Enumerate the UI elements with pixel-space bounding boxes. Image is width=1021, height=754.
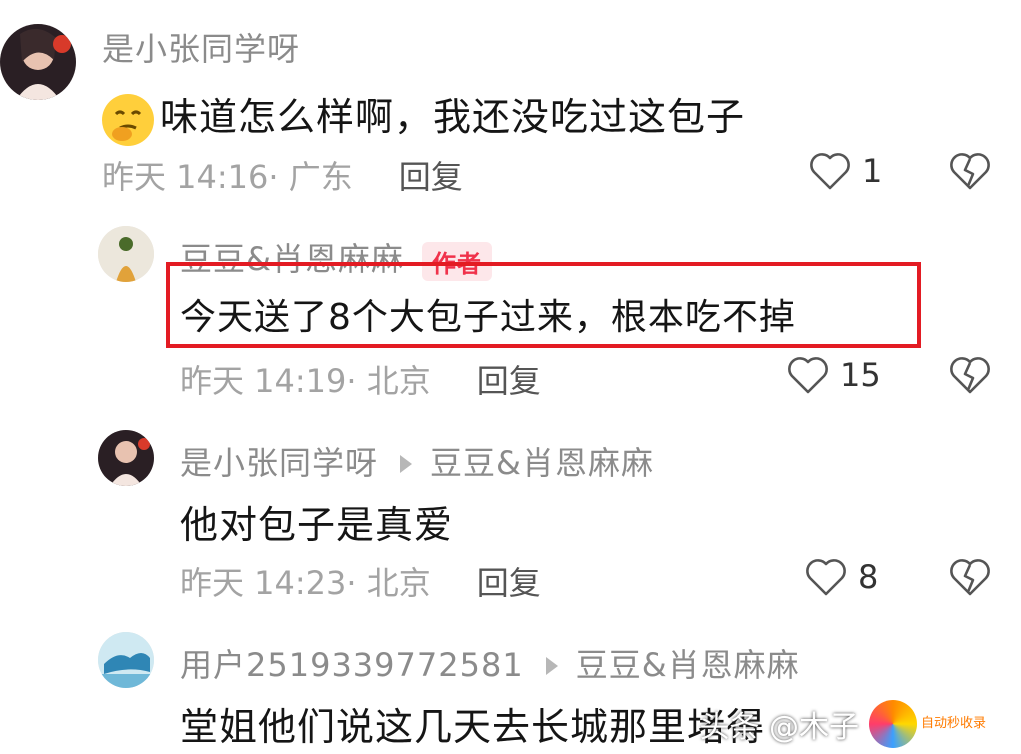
comment-text: 他对包子是真爱 (180, 503, 454, 547)
watermark: 头条 @木子 自动秒收录 (699, 700, 991, 748)
watermark-text: 头条 @木子 (699, 710, 859, 745)
reply-to-username[interactable]: 豆豆&肖恩麻麻 (576, 646, 800, 684)
like-button[interactable]: 15 (786, 354, 881, 396)
broken-heart-icon (950, 153, 990, 190)
comment-meta: 昨天 14:16· 广东 回复 (102, 152, 463, 198)
avatar[interactable] (0, 24, 76, 100)
heart-icon (788, 357, 828, 394)
avatar[interactable] (98, 632, 154, 688)
dislike-button[interactable] (948, 354, 992, 400)
reply-button[interactable]: 回复 (477, 564, 541, 602)
reply-to-username[interactable]: 豆豆&肖恩麻麻 (430, 444, 654, 482)
watermark-sub: 自动秒收录 (921, 716, 987, 731)
username-text[interactable]: 是小张同学呀 (180, 444, 378, 482)
comment-username: 是小张同学呀 豆豆&肖恩麻麻 (180, 438, 654, 484)
like-count: 1 (862, 152, 883, 190)
reply-arrow-icon (400, 454, 413, 473)
heart-icon (806, 559, 846, 596)
comment-time: 昨天 14:16 (102, 158, 269, 196)
username-text[interactable]: 用户2519339772581 (180, 646, 524, 684)
heart-icon (810, 153, 850, 190)
comment-username[interactable]: 是小张同学呀 (102, 24, 300, 70)
reply-button[interactable]: 回复 (399, 158, 463, 196)
dislike-button[interactable] (948, 150, 992, 196)
comment-location: 北京 (366, 564, 431, 602)
highlight-box (166, 262, 921, 348)
like-button[interactable]: 8 (804, 556, 878, 598)
meta-separator: · (268, 158, 289, 196)
like-count: 15 (840, 356, 881, 394)
comment-meta: 昨天 14:19· 北京 回复 (180, 356, 541, 402)
broken-heart-icon (950, 357, 990, 394)
comment-text: 堂姐他们说这几天去长城那里堵得 (180, 705, 766, 749)
thinking-emoji-icon (102, 93, 154, 146)
comment-meta: 昨天 14:23· 北京 回复 (180, 558, 541, 604)
reply-button[interactable]: 回复 (477, 362, 541, 400)
comment-text-content: 味道怎么样啊，我还没吃过这包子 (160, 95, 746, 139)
like-count: 8 (858, 558, 879, 596)
comment-username: 用户2519339772581 豆豆&肖恩麻麻 (180, 640, 800, 686)
like-button[interactable]: 1 (808, 150, 882, 192)
comment-location: 北京 (366, 362, 431, 400)
dislike-button[interactable] (948, 556, 992, 602)
comment-time: 昨天 14:23 (180, 564, 347, 602)
comment-location: 广东 (288, 158, 353, 196)
watermark-logo-icon (869, 700, 917, 748)
comment-time: 昨天 14:19 (180, 362, 347, 400)
avatar[interactable] (98, 430, 154, 486)
comment-text: 味道怎么样啊，我还没吃过这包子 (102, 86, 745, 146)
meta-separator: · (346, 564, 367, 602)
broken-heart-icon (950, 559, 990, 596)
avatar[interactable] (98, 226, 154, 282)
meta-separator: · (346, 362, 367, 400)
reply-arrow-icon (545, 656, 558, 675)
